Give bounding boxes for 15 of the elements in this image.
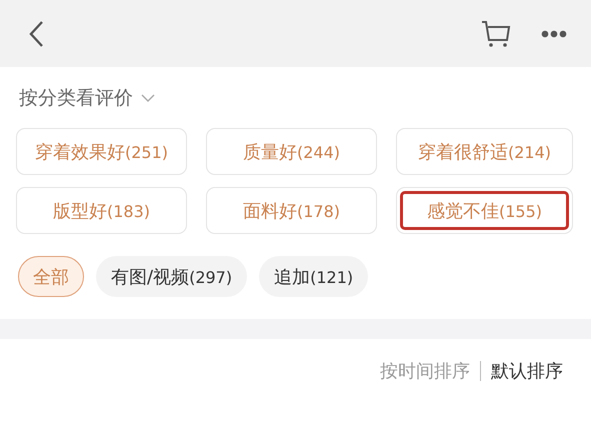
cart-icon[interactable]	[481, 20, 511, 48]
filter-chip[interactable]: 追加(121)	[259, 256, 368, 297]
review-tag[interactable]: 穿着很舒适(214)	[396, 128, 573, 175]
review-tag[interactable]: 质量好(244)	[206, 128, 377, 175]
back-icon[interactable]	[28, 20, 44, 48]
review-tag[interactable]: 感觉不佳(155)	[396, 187, 573, 234]
sort-option[interactable]: 默认排序	[491, 359, 563, 383]
filter-chip[interactable]: 有图/视频(297)	[96, 256, 248, 297]
sort-option[interactable]: 按时间排序	[380, 359, 470, 383]
more-icon[interactable]	[541, 30, 567, 38]
review-tag[interactable]: 面料好(178)	[206, 187, 377, 234]
review-tag[interactable]: 版型好(183)	[16, 187, 187, 234]
filter-chip[interactable]: 全部	[18, 256, 84, 297]
review-tag[interactable]: 穿着效果好(251)	[16, 128, 187, 175]
category-title[interactable]: 按分类看评价	[19, 85, 133, 111]
